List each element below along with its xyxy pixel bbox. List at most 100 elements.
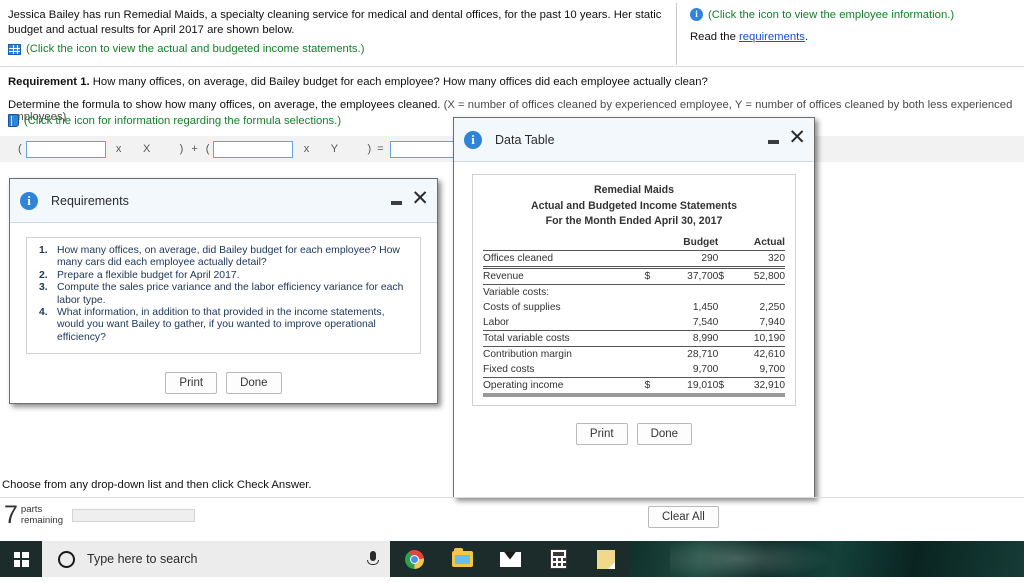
list-item-text: What information, in addition to that pr…: [57, 307, 385, 343]
list-item: 3. Compute the sales price variance and …: [33, 282, 414, 307]
info-icon: i: [464, 130, 482, 149]
minimize-icon[interactable]: [391, 201, 403, 205]
row-actual-currency: [718, 346, 728, 362]
sticky-notes-taskbar-button[interactable]: [582, 541, 630, 577]
row-budget-currency: $: [644, 267, 655, 285]
employee-info-hint: (Click the icon to view the employee inf…: [708, 8, 955, 21]
formula-input-2[interactable]: [213, 140, 294, 158]
windows-logo-icon: [13, 551, 29, 567]
row-label: Operating income: [483, 377, 645, 397]
row-budget-currency: [644, 330, 655, 347]
close-icon[interactable]: ✕: [411, 188, 429, 209]
done-button[interactable]: Done: [226, 372, 282, 395]
requirements-link[interactable]: requirements: [739, 31, 805, 43]
mail-taskbar-button[interactable]: [486, 541, 534, 577]
chrome-taskbar-button[interactable]: [390, 541, 438, 577]
employee-info-link-row[interactable]: i (Click the icon to view the employee i…: [690, 8, 1015, 21]
parts-remaining-group: 7 parts remaining: [4, 503, 196, 528]
data-table-title: Data Table: [495, 132, 555, 147]
row-actual-currency: [718, 314, 729, 331]
statement-subtitle: Actual and Budgeted Income Statements: [530, 199, 738, 212]
row-actual-currency: $: [718, 377, 729, 397]
list-item-text: Prepare a flexible budget for April 2017…: [57, 269, 240, 281]
formula-input-1[interactable]: [25, 140, 106, 158]
close-icon[interactable]: ✕: [788, 127, 806, 148]
file-explorer-icon: [451, 548, 473, 567]
requirement-label: Requirement 1.: [8, 76, 90, 88]
income-statement-panel: Remedial Maids Actual and Budgeted Incom…: [472, 174, 796, 406]
chrome-icon: [404, 549, 424, 569]
table-row: Revenue $ 37,700 $ 52,800: [483, 267, 785, 285]
table-row: Offices cleaned 290 320: [483, 250, 785, 269]
table-row: Contribution margin 28,710 42,610: [483, 346, 785, 362]
file-explorer-taskbar-button[interactable]: [438, 541, 486, 577]
row-budget-value: 8,990: [654, 330, 719, 347]
info-icon[interactable]: i: [690, 8, 703, 21]
row-label: Variable costs:: [483, 286, 550, 298]
table-icon[interactable]: [8, 43, 21, 55]
info-icon: i: [20, 191, 38, 210]
read-suffix: .: [804, 31, 809, 43]
table-header-row: Budget Actual: [483, 234, 785, 251]
income-statement-link-row[interactable]: (Click the icon to view the actual and b…: [8, 43, 668, 55]
row-actual-currency: [718, 300, 728, 315]
formula-open-paren-2: (: [205, 143, 210, 155]
column-header-actual: Actual: [728, 234, 785, 251]
requirements-dialog-titlebar[interactable]: i Requirements ✕: [10, 179, 437, 223]
clear-all-button[interactable]: Clear All: [648, 506, 719, 528]
row-actual-value: 42,610: [753, 348, 785, 360]
header-right-column: i (Click the icon to view the employee i…: [690, 8, 1015, 43]
search-box[interactable]: Type here to search: [42, 541, 390, 577]
requirements-window-buttons: ✕: [391, 185, 429, 209]
cortana-icon[interactable]: [58, 550, 75, 568]
determine-text: Determine the formula to show how many o…: [8, 99, 441, 111]
start-button[interactable]: [0, 541, 42, 577]
data-table-footer: Print Done: [454, 422, 814, 445]
print-button[interactable]: Print: [165, 372, 218, 395]
list-item-number: 2.: [39, 269, 48, 281]
row-budget-value: 37,700: [654, 267, 719, 285]
table-row: Operating income $ 19,010 $ 32,910: [483, 377, 785, 397]
calculator-taskbar-button[interactable]: [534, 541, 582, 577]
formula-times-2: x: [303, 143, 310, 155]
row-budget-value: 7,540: [654, 314, 719, 331]
list-item-number: 4.: [39, 307, 48, 319]
sticky-notes-icon: [597, 549, 615, 569]
formula-plus: +: [191, 143, 198, 155]
row-budget-currency: [644, 361, 655, 378]
table-row: Labor 7,540 7,940: [483, 314, 785, 331]
row-actual-value: 10,190: [728, 330, 785, 347]
formula-variable-y: Y: [330, 143, 339, 155]
footer-divider: [0, 497, 1024, 498]
row-actual-value: 7,940: [728, 314, 785, 331]
row-budget-currency: [645, 346, 655, 362]
header-left-column: Jessica Bailey has run Remedial Maids, a…: [8, 8, 668, 55]
row-label: Costs of supplies: [483, 301, 561, 313]
list-item: 2. Prepare a flexible budget for April 2…: [33, 270, 414, 282]
data-table-titlebar[interactable]: i Data Table ✕: [454, 118, 814, 162]
parts-label-line1: parts: [20, 504, 43, 515]
mail-icon: [499, 551, 521, 567]
done-button[interactable]: Done: [636, 422, 693, 445]
formula-info-row[interactable]: (Click the icon for information regardin…: [8, 114, 341, 127]
table-row: Variable costs:: [483, 284, 785, 300]
requirements-dialog-footer: Print Done: [10, 372, 437, 395]
search-input-placeholder: Type here to search: [87, 552, 198, 566]
formula-info-hint: (Click the icon for information regardin…: [24, 114, 342, 127]
table-row: Costs of supplies 1,450 2,250: [483, 300, 785, 315]
print-button[interactable]: Print: [575, 422, 628, 445]
choose-instruction: Choose from any drop-down list and then …: [2, 479, 312, 491]
row-budget-currency: $: [644, 377, 655, 397]
problem-header: Jessica Bailey has run Remedial Maids, a…: [0, 0, 1024, 67]
list-item: 4. What information, in addition to that…: [33, 307, 414, 344]
formula-variable-x: X: [143, 143, 151, 155]
book-icon[interactable]: [8, 114, 19, 127]
list-item-text: Compute the sales price variance and the…: [57, 282, 404, 306]
income-statement-table: Budget Actual Offices cleaned 290 320 Re…: [483, 234, 785, 397]
minimize-icon[interactable]: [768, 140, 780, 144]
microphone-icon[interactable]: [367, 551, 379, 565]
row-actual-value: 2,250: [759, 301, 786, 313]
list-item: 1. How many offices, on average, did Bai…: [33, 245, 414, 270]
row-budget-value: 1,450: [692, 301, 719, 313]
row-actual-currency: $: [718, 267, 729, 285]
